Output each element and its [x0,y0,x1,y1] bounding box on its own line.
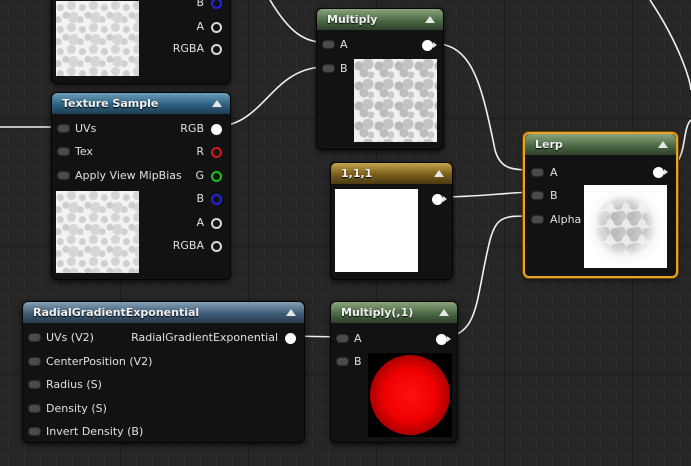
output-pin-rgb[interactable] [211,124,222,135]
wire-offscreen-top-right [649,0,691,91]
input-label-centerposition: CenterPosition (V2) [46,355,153,368]
input-pin-alpha[interactable] [531,215,544,224]
output-pin-rgba[interactable] [211,44,222,55]
input-pin-uvs[interactable] [28,333,41,342]
collapse-arrow-icon[interactable] [439,309,449,316]
constant-node[interactable]: 1,1,1 [330,162,453,280]
input-pin-a[interactable] [336,334,349,343]
output-pin-b[interactable] [211,0,222,9]
input-label-b: B [354,355,362,368]
output-label-a: A [196,216,204,229]
output-pin-g[interactable] [211,171,222,182]
input-pin-invertdensity[interactable] [28,427,41,436]
input-pin-tex[interactable] [57,147,70,156]
input-pin-uvs[interactable] [57,124,70,133]
multiply-preview [354,59,437,142]
node-title: Lerp [535,138,563,151]
output-pin[interactable] [436,334,447,345]
texture-sample-node[interactable]: Texture Sample UVs Tex Apply View MipBia… [51,92,231,280]
input-label-invertdensity: Invert Density (B) [46,425,144,438]
output-arrow-icon [447,336,451,342]
input-label-b: B [340,62,348,75]
node-title: RadialGradientExponential [33,306,200,319]
texture-preview [56,1,139,76]
input-label-density: Density (S) [46,402,107,415]
output-arrow-icon [433,42,437,48]
input-pin-centerposition[interactable] [28,357,41,366]
constant-preview [335,189,418,272]
output-label-rgba: RGBA [172,239,204,252]
lerp-preview-blend [594,195,656,257]
output-pin[interactable] [653,167,664,178]
collapse-arrow-icon[interactable] [286,309,296,316]
output-pin[interactable] [432,194,443,205]
output-pin-b[interactable] [211,194,222,205]
node-header[interactable]: Lerp [525,134,676,155]
output-pin-r[interactable] [211,147,222,158]
input-pin-a[interactable] [531,168,544,177]
output-label-r: R [196,145,204,158]
input-label-mipbias: Apply View MipBias [75,169,182,182]
node-title: 1,1,1 [341,167,373,180]
wire-multiply-to-lerp-a [429,42,534,171]
output-pin-rgba[interactable] [211,241,222,252]
input-label-a: A [340,38,348,51]
output-arrow-icon [664,169,668,175]
input-pin-a[interactable] [322,40,335,49]
node-header[interactable]: Multiply(,1) [331,302,457,323]
input-pin-b[interactable] [322,64,335,73]
input-label-alpha: Alpha [550,213,582,226]
texture-sample-node-top[interactable]: B A RGBA [51,0,231,84]
node-header[interactable]: Multiply [317,9,443,30]
collapse-arrow-icon[interactable] [212,100,222,107]
node-header[interactable]: 1,1,1 [331,163,452,184]
input-label-uvs: UVs [75,122,97,135]
node-title: Multiply [327,13,378,26]
red-radial-ball [370,355,450,435]
collapse-arrow-icon[interactable] [434,170,444,177]
wire-top-left-to-multiply-a [269,0,323,43]
input-label-uvs: UVs (V2) [46,331,94,344]
input-label-b: B [550,189,558,202]
node-title: Texture Sample [62,97,159,110]
radial-preview [368,353,452,437]
output-label: RadialGradientExponential [131,331,278,344]
lerp-node[interactable]: Lerp A B Alpha [523,132,678,278]
input-pin-b[interactable] [336,357,349,366]
input-pin-radius[interactable] [28,380,41,389]
output-pin[interactable] [285,333,296,344]
output-label-rgb: RGB [180,122,204,135]
node-header[interactable]: RadialGradientExponential [23,302,304,323]
output-pin[interactable] [422,40,433,51]
pin-label-rgba: RGBA [172,42,204,55]
radial-gradient-node[interactable]: RadialGradientExponential UVs (V2) Cente… [22,301,305,443]
node-header[interactable]: Texture Sample [52,93,230,114]
collapse-arrow-icon[interactable] [658,141,668,148]
input-label-tex: Tex [75,145,93,158]
pin-label-a: A [196,20,204,33]
input-pin-b[interactable] [531,191,544,200]
texture-preview [56,191,139,273]
output-label-b: B [196,192,204,205]
multiply-node-bottom[interactable]: Multiply(,1) A B [330,301,458,443]
collapse-arrow-icon[interactable] [425,16,435,23]
input-label-a: A [550,166,558,179]
wire-rgb-to-multiply-b [214,66,323,128]
input-pin-density[interactable] [28,404,41,413]
input-label-a: A [354,332,362,345]
output-label-g: G [195,169,204,182]
output-pin-a[interactable] [211,218,222,229]
input-pin-mipbias[interactable] [57,171,70,180]
multiply-node-top[interactable]: Multiply A B [316,8,444,150]
lerp-preview [584,185,667,268]
input-label-radius: Radius (S) [46,378,102,391]
pin-label-b: B [196,0,204,9]
node-title: Multiply(,1) [341,306,414,319]
output-arrow-icon [443,196,447,202]
output-pin-a[interactable] [211,22,222,33]
